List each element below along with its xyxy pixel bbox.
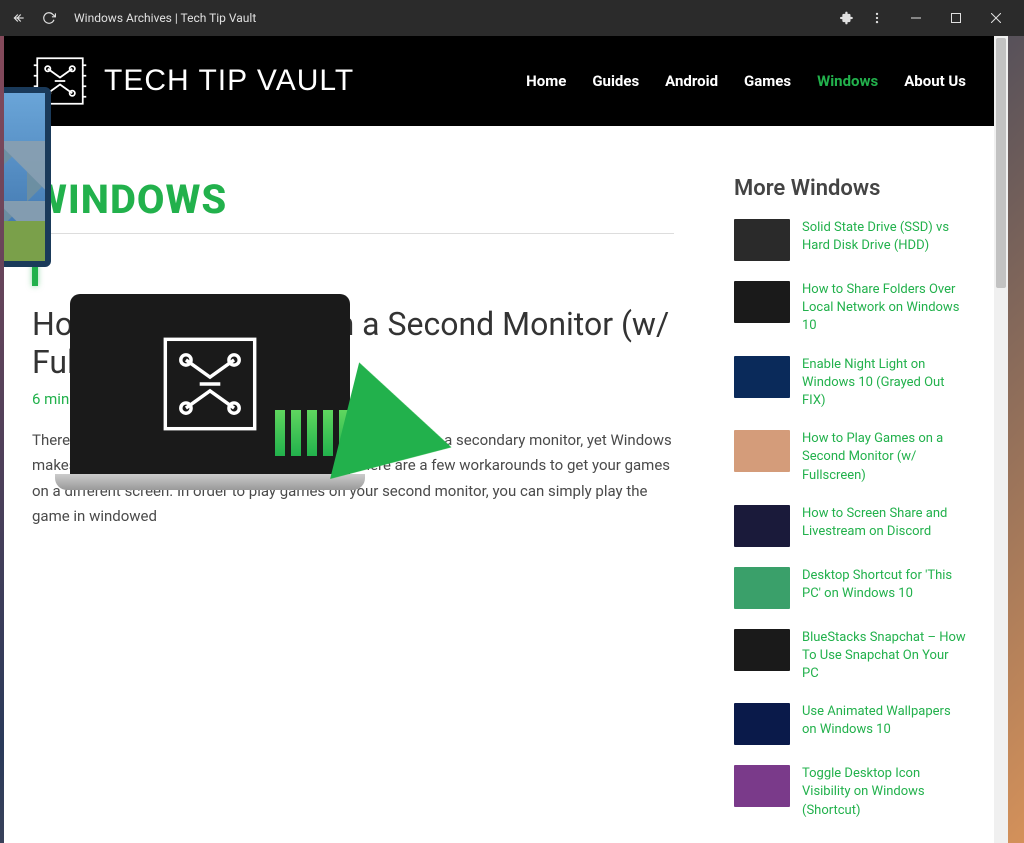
browser-title-bar: Windows Archives | Tech Tip Vault xyxy=(0,0,1024,36)
nav-android[interactable]: Android xyxy=(665,72,718,90)
sidebar-thumb xyxy=(734,567,790,609)
sidebar-thumb xyxy=(734,629,790,671)
sidebar-item[interactable]: BlueStacks Snapchat – How To Use Snapcha… xyxy=(734,629,966,684)
nav-guides[interactable]: Guides xyxy=(592,72,639,90)
sidebar-link-text: Desktop Shortcut for 'This PC' on Window… xyxy=(802,567,966,609)
main-nav: Home Guides Android Games Windows About … xyxy=(526,72,966,90)
sidebar-item[interactable]: Solid State Drive (SSD) vs Hard Disk Dri… xyxy=(734,219,966,261)
sidebar-link-text: BlueStacks Snapchat – How To Use Snapcha… xyxy=(802,629,966,684)
nav-games[interactable]: Games xyxy=(744,72,791,90)
page-viewport: TECH TIP VAULT Home Guides Android Games… xyxy=(4,36,1008,843)
sidebar-thumb xyxy=(734,703,790,745)
sidebar-item[interactable]: How to Play Games on a Second Monitor (w… xyxy=(734,430,966,485)
sidebar-link-text: How to Share Folders Over Local Network … xyxy=(802,281,966,336)
sidebar-link-text: How to Play Games on a Second Monitor (w… xyxy=(802,430,966,485)
nav-windows[interactable]: Windows xyxy=(817,72,878,90)
scrollbar-track[interactable] xyxy=(994,36,1008,843)
close-button[interactable] xyxy=(976,0,1016,36)
sidebar-link-text: Use Animated Wallpapers on Windows 10 xyxy=(802,703,966,745)
sidebar-item[interactable]: How to Share Folders Over Local Network … xyxy=(734,281,966,336)
site-header: TECH TIP VAULT Home Guides Android Games… xyxy=(4,36,994,126)
sidebar-link-text: How to Screen Share and Livestream on Di… xyxy=(802,505,966,547)
browser-tab-title: Windows Archives | Tech Tip Vault xyxy=(74,11,828,25)
sidebar: More Windows Solid State Drive (SSD) vs … xyxy=(734,176,966,840)
sidebar-item[interactable]: How to Screen Share and Livestream on Di… xyxy=(734,505,966,547)
sidebar-heading: More Windows xyxy=(734,176,966,201)
sidebar-thumb xyxy=(734,281,790,323)
maximize-button[interactable] xyxy=(936,0,976,36)
main-column: WINDOWS xyxy=(32,176,674,840)
hero-monitor-graphic: TECH TIP VAULT xyxy=(32,261,38,286)
sidebar-thumb xyxy=(734,219,790,261)
sidebar-thumb xyxy=(734,505,790,547)
site-name: TECH TIP VAULT xyxy=(104,64,354,98)
nav-about[interactable]: About Us xyxy=(904,72,966,90)
refresh-button[interactable] xyxy=(38,7,60,29)
extensions-icon[interactable] xyxy=(836,7,858,29)
post-hero-image[interactable]: TECH TIP VAULT xyxy=(32,261,38,286)
sidebar-link-text: Solid State Drive (SSD) vs Hard Disk Dri… xyxy=(802,219,966,261)
site-logo[interactable]: TECH TIP VAULT xyxy=(32,53,354,109)
back-button[interactable] xyxy=(8,7,30,29)
sidebar-thumb xyxy=(734,356,790,398)
sidebar-link-text: Enable Night Light on Windows 10 (Grayed… xyxy=(802,356,966,411)
scrollbar-thumb[interactable] xyxy=(996,38,1006,288)
menu-icon[interactable] xyxy=(866,7,888,29)
minimize-button[interactable] xyxy=(896,0,936,36)
sidebar-item[interactable]: Toggle Desktop Icon Visibility on Window… xyxy=(734,765,966,820)
sidebar-link-text: Toggle Desktop Icon Visibility on Window… xyxy=(802,765,966,820)
page-title: WINDOWS xyxy=(32,176,674,223)
nav-home[interactable]: Home xyxy=(526,72,566,90)
sidebar-item[interactable]: Use Animated Wallpapers on Windows 10 xyxy=(734,703,966,745)
sidebar-item[interactable]: Enable Night Light on Windows 10 (Grayed… xyxy=(734,356,966,411)
title-divider xyxy=(32,233,674,234)
sidebar-thumb xyxy=(734,765,790,807)
sidebar-item[interactable]: Desktop Shortcut for 'This PC' on Window… xyxy=(734,567,966,609)
sidebar-thumb xyxy=(734,430,790,472)
